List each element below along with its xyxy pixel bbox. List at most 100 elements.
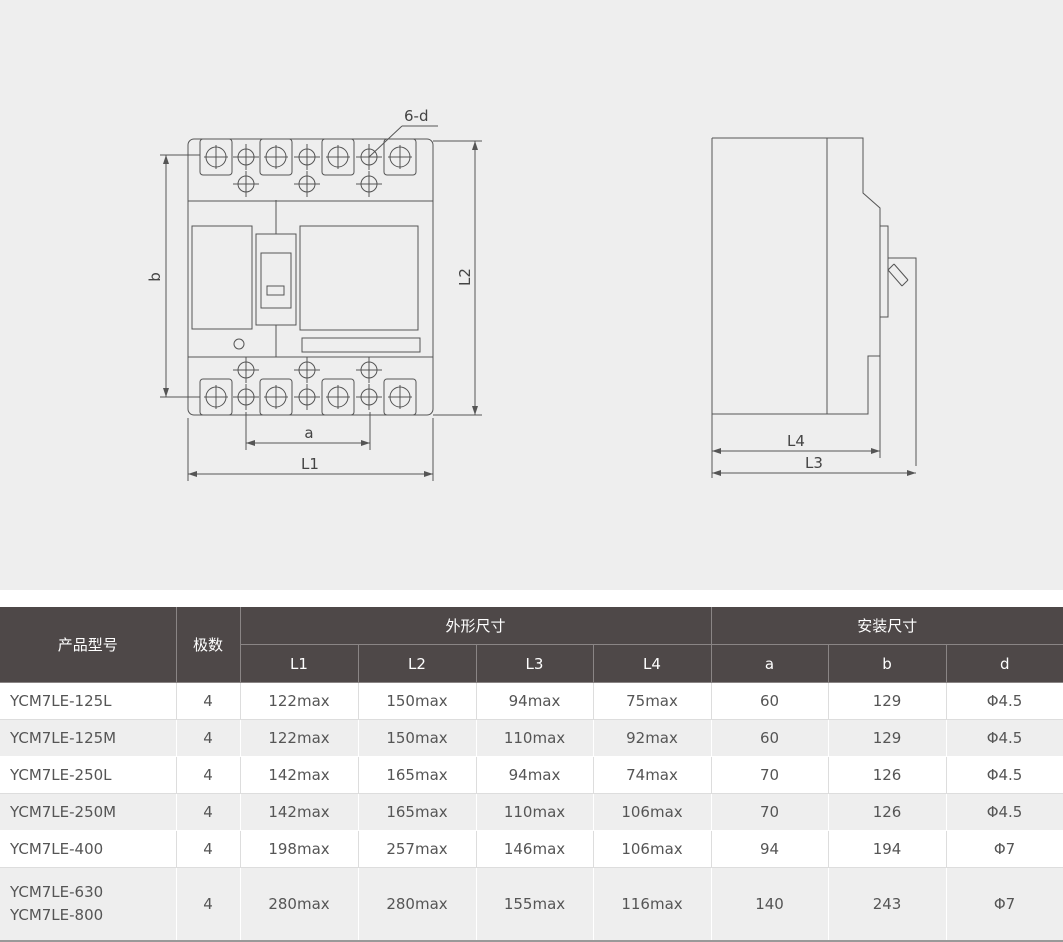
cell-L1: 280max [240,867,359,942]
table-row: YCM7LE-250L 4 142max 165max 94max 74max … [0,756,1063,794]
terminal-screw [259,378,293,416]
cell-d: Φ4.5 [946,719,1063,757]
cell-a: 60 [711,719,829,757]
cell-L1: 122max [240,682,359,720]
cell-L4: 92max [593,719,712,757]
cell-a: 140 [711,867,829,942]
mounting-hole [294,357,320,383]
cell-L3: 146max [476,830,594,868]
table-row: YCM7LE-250M 4 142max 165max 110max 106ma… [0,793,1063,831]
cell-poles: 4 [176,682,241,720]
cell-poles: 4 [176,793,241,831]
cell-L4: 74max [593,756,712,794]
cell-L4: 106max [593,793,712,831]
cell-L2: 150max [358,682,477,720]
cell-L3: 94max [476,756,594,794]
front-right-window [299,225,419,331]
cell-L2: 257max [358,830,477,868]
label-L1: L1 [301,455,319,473]
cell-d: Φ7 [946,867,1063,942]
label-L3: L3 [805,454,823,472]
mounting-hole [233,357,259,383]
cell-poles: 4 [176,867,241,942]
cell-poles: 4 [176,719,241,757]
front-body-outline [187,138,434,416]
header-outer-dimensions: 外形尺寸 [240,607,712,645]
terminal-screw [383,378,417,416]
header-model: 产品型号 [0,607,177,683]
table-row: YCM7LE-125M 4 122max 150max 110max 92max… [0,719,1063,757]
bottom-terminals [199,357,417,416]
handle-slot [255,233,297,326]
mounting-hole [294,384,320,410]
header-d: d [946,644,1063,683]
drawing-area: 6-d b L2 a L1 L4 L3 [0,0,1063,590]
cell-b: 243 [828,867,947,942]
mounting-hole [233,171,259,197]
terminal-screw [383,138,417,176]
label-L2: L2 [456,268,474,286]
cell-L1: 198max [240,830,359,868]
cell-L4: 106max [593,830,712,868]
cell-d: Φ7 [946,830,1063,868]
side-view: L4 L3 [711,137,917,478]
table-row: YCM7LE-125L 4 122max 150max 94max 75max … [0,682,1063,720]
front-left-window [191,225,253,330]
cell-L3: 110max [476,719,594,757]
cell-L2: 150max [358,719,477,757]
cell-a: 94 [711,830,829,868]
mounting-hole [356,357,382,383]
dimension-drawing: 6-d b L2 a L1 L4 L3 [146,107,917,481]
label-L4: L4 [787,432,805,450]
handle [260,252,292,309]
cell-L4: 75max [593,682,712,720]
top-terminals [199,138,417,197]
front-view: 6-d b L2 a L1 [146,107,482,481]
cell-L3: 94max [476,682,594,720]
terminal-screw [259,138,293,176]
terminal-screw [199,138,233,176]
terminal-screw [321,378,355,416]
cell-L3: 110max [476,793,594,831]
header-L4: L4 [593,644,712,683]
table-row: YCM7LE-400 4 198max 257max 146max 106max… [0,830,1063,868]
cell-model-line: YCM7LE-630 [10,883,104,901]
cell-a: 70 [711,793,829,831]
cell-L1: 122max [240,719,359,757]
mounting-hole [356,171,382,197]
header-L3: L3 [476,644,594,683]
cell-model: YCM7LE-630 YCM7LE-800 [0,867,177,942]
cell-a: 60 [711,682,829,720]
cell-b: 194 [828,830,947,868]
header-b: b [828,644,947,683]
cell-model: YCM7LE-250L [0,756,177,794]
dimension-table: 产品型号 极数 外形尺寸 安装尺寸 L1 L2 L3 L4 a b d YCM7… [0,607,1063,942]
side-body-outline [711,137,881,415]
cell-b: 129 [828,682,947,720]
header-a: a [711,644,829,683]
cell-b: 126 [828,793,947,831]
table-row: YCM7LE-630 YCM7LE-800 4 280max 280max 15… [0,867,1063,942]
label-b: b [146,272,164,282]
cell-d: Φ4.5 [946,793,1063,831]
terminal-screw [321,138,355,176]
mounting-hole [233,144,259,170]
cell-model-line: YCM7LE-800 [10,906,104,924]
cell-model: YCM7LE-400 [0,830,177,868]
cell-L1: 142max [240,756,359,794]
test-button [233,338,245,350]
cell-L4: 116max [593,867,712,942]
side-handle-base [879,225,889,318]
cell-a: 70 [711,756,829,794]
terminal-screw [199,378,233,416]
label-holes: 6-d [404,107,428,125]
cell-L2: 165max [358,793,477,831]
cell-L2: 165max [358,756,477,794]
cell-d: Φ4.5 [946,756,1063,794]
cell-model: YCM7LE-125L [0,682,177,720]
cell-poles: 4 [176,830,241,868]
cell-b: 129 [828,719,947,757]
header-mounting-dimensions: 安装尺寸 [711,607,1063,645]
header-poles: 极数 [176,607,241,683]
label-a: a [304,424,313,442]
